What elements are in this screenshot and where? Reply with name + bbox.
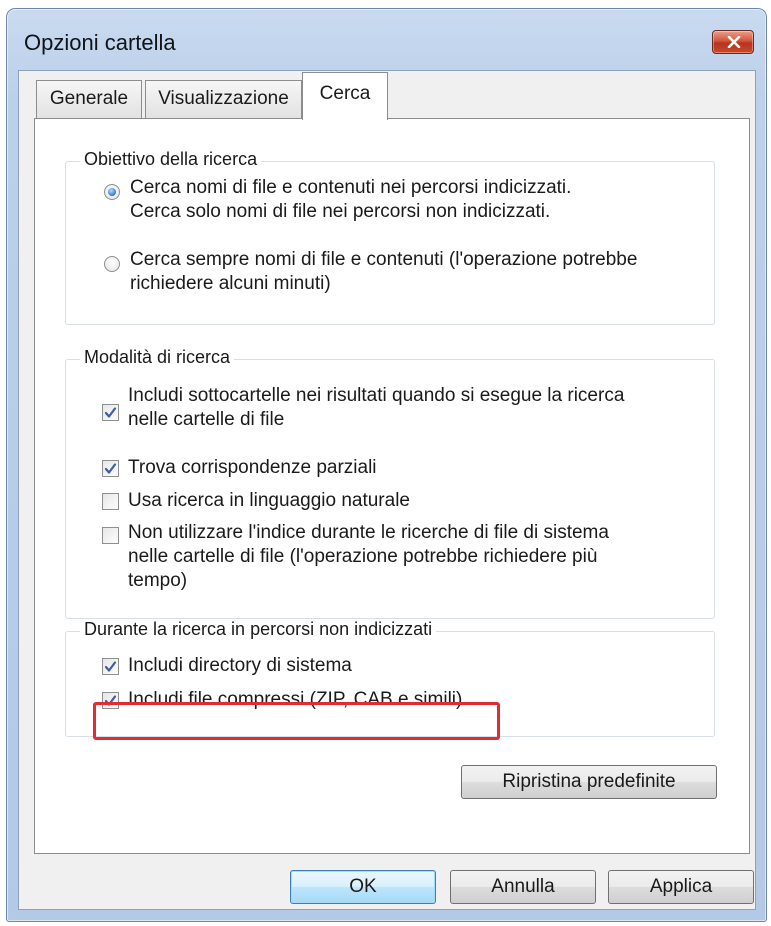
radio-indexed-content[interactable] bbox=[104, 184, 120, 200]
tab-cerca[interactable]: Cerca bbox=[302, 72, 388, 120]
group-label: Obiettivo della ricerca bbox=[80, 149, 262, 170]
dialog-title: Opzioni cartella bbox=[24, 30, 176, 55]
group-label: Modalità di ricerca bbox=[80, 347, 235, 368]
checkbox-include-subfolders-label: Includi sottocartelle nei risultati quan… bbox=[128, 385, 625, 430]
checkbox-natural-language[interactable] bbox=[102, 493, 119, 510]
restore-defaults-button[interactable]: Ripristina predefinite bbox=[461, 765, 717, 799]
checkbox-partial-matches-label: Trova corrispondenze parziali bbox=[128, 457, 377, 478]
cancel-button[interactable]: Annulla bbox=[450, 870, 596, 904]
checkmark-icon bbox=[104, 463, 117, 474]
checkbox-include-subfolders[interactable] bbox=[102, 404, 119, 421]
close-button[interactable] bbox=[712, 30, 754, 54]
checkmark-icon bbox=[104, 407, 117, 418]
highlight-box bbox=[93, 702, 500, 740]
close-icon bbox=[727, 36, 741, 48]
search-mode-group: Modalità di ricerca Includi sottocartell… bbox=[65, 347, 715, 619]
radio-dot-icon bbox=[108, 188, 116, 196]
radio-always-content[interactable] bbox=[104, 256, 120, 272]
checkbox-no-index-system[interactable] bbox=[102, 527, 119, 544]
radio-always-content-label: Cerca sempre nomi di file e contenuti (l… bbox=[130, 249, 638, 294]
checkbox-no-index-system-label: Non utilizzare l'indice durante le ricer… bbox=[128, 522, 609, 591]
apply-button[interactable]: Applica bbox=[608, 870, 754, 904]
tab-visualizzazione[interactable]: Visualizzazione bbox=[145, 80, 302, 118]
checkbox-natural-language-label: Usa ricerca in linguaggio naturale bbox=[128, 490, 410, 511]
checkbox-include-system-dirs-label: Includi directory di sistema bbox=[128, 655, 352, 676]
radio-indexed-content-label: Cerca nomi di file e contenuti nei perco… bbox=[130, 177, 572, 222]
checkbox-partial-matches[interactable] bbox=[102, 460, 119, 477]
search-target-group: Obiettivo della ricerca Cerca nomi di fi… bbox=[65, 149, 715, 325]
checkbox-include-system-dirs[interactable] bbox=[102, 658, 119, 675]
tab-panel-cerca: Obiettivo della ricerca Cerca nomi di fi… bbox=[34, 118, 750, 854]
ok-button[interactable]: OK bbox=[290, 870, 436, 904]
group-label: Durante la ricerca in percorsi non indic… bbox=[80, 619, 437, 640]
checkmark-icon bbox=[104, 661, 117, 672]
tab-generale[interactable]: Generale bbox=[36, 80, 142, 118]
